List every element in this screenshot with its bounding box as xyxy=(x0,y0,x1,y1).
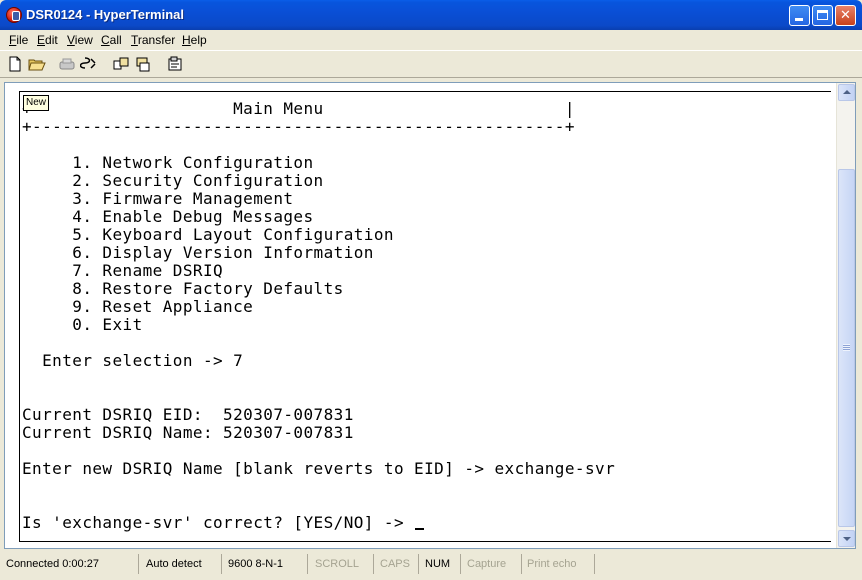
menu-transfer[interactable]: Transfer xyxy=(131,33,175,47)
close-button[interactable]: ✕ xyxy=(835,5,856,26)
new-icon[interactable] xyxy=(6,55,26,73)
terminal-line: 8. Restore Factory Defaults xyxy=(22,279,344,298)
menu-bar: File Edit View Call Transfer Help xyxy=(0,30,862,50)
terminal-line: 6. Display Version Information xyxy=(22,243,374,262)
text-cursor xyxy=(415,528,425,530)
terminal-prompt-line: Is 'exchange-svr' correct? [YES/NO] -> xyxy=(22,513,425,532)
terminal-line: Current DSRIQ Name: 520307-007831 xyxy=(22,423,354,442)
terminal-line: 3. Firmware Management xyxy=(22,189,294,208)
menu-help[interactable]: Help xyxy=(182,33,207,47)
terminal-line: 1. Network Configuration xyxy=(22,153,314,172)
toolbar-tooltip: New xyxy=(23,95,50,111)
disconnect-icon[interactable] xyxy=(79,55,100,73)
vertical-scrollbar[interactable] xyxy=(836,83,855,548)
status-num: NUM xyxy=(421,554,461,574)
scrollbar-thumb[interactable] xyxy=(838,169,855,527)
hyperterminal-app-icon[interactable] xyxy=(6,7,22,23)
properties-icon[interactable] xyxy=(166,55,186,73)
terminal-line: 7. Rename DSRIQ xyxy=(22,261,224,280)
menu-call[interactable]: Call xyxy=(101,33,122,47)
menu-view[interactable]: View xyxy=(67,33,93,47)
status-scroll: SCROLL xyxy=(311,554,374,574)
status-bar: Connected 0:00:27 Auto detect 9600 8-N-1… xyxy=(0,552,862,580)
terminal-line: +---------------------------------------… xyxy=(22,117,575,136)
title-bar[interactable]: DSR0124 - HyperTerminal ✕ xyxy=(0,0,862,30)
open-icon[interactable] xyxy=(28,55,48,73)
send-icon[interactable] xyxy=(112,55,132,73)
maximize-icon xyxy=(817,10,828,20)
status-connected-time: Connected 0:00:27 xyxy=(2,554,139,574)
minimize-button[interactable] xyxy=(789,5,810,26)
terminal-line: 0. Exit xyxy=(22,315,143,334)
menu-edit[interactable]: Edit xyxy=(37,33,58,47)
close-icon: ✕ xyxy=(840,8,851,23)
terminal-prompt: Is 'exchange-svr' correct? [YES/NO] -> xyxy=(22,513,415,532)
minimize-icon xyxy=(795,18,803,21)
terminal-line: 2. Security Configuration xyxy=(22,171,324,190)
terminal-text-area[interactable]: + Main Menu | +-------------------------… xyxy=(18,92,826,543)
terminal-line: 5. Keyboard Layout Configuration xyxy=(22,225,394,244)
maximize-button[interactable] xyxy=(812,5,833,26)
terminal-line: 9. Reset Appliance xyxy=(22,297,254,316)
connect-icon[interactable] xyxy=(58,55,78,73)
status-caps: CAPS xyxy=(376,554,419,574)
menu-file[interactable]: File xyxy=(9,33,28,47)
terminal-line: Enter new DSRIQ Name [blank reverts to E… xyxy=(22,459,616,478)
status-print-echo: Print echo xyxy=(523,554,595,574)
scroll-down-button[interactable] xyxy=(838,530,855,547)
status-capture: Capture xyxy=(463,554,522,574)
scroll-up-button[interactable] xyxy=(838,84,855,101)
terminal-line: Current DSRIQ EID: 520307-007831 xyxy=(22,405,354,424)
status-port-settings: 9600 8-N-1 xyxy=(224,554,308,574)
receive-icon[interactable] xyxy=(134,55,154,73)
status-emulation: Auto detect xyxy=(142,554,222,574)
window-title: DSR0124 - HyperTerminal xyxy=(26,7,184,22)
terminal-line: 4. Enable Debug Messages xyxy=(22,207,314,226)
terminal-line: + Main Menu | xyxy=(22,99,575,118)
toolbar xyxy=(0,50,862,78)
terminal-line: Enter selection -> 7 xyxy=(22,351,244,370)
